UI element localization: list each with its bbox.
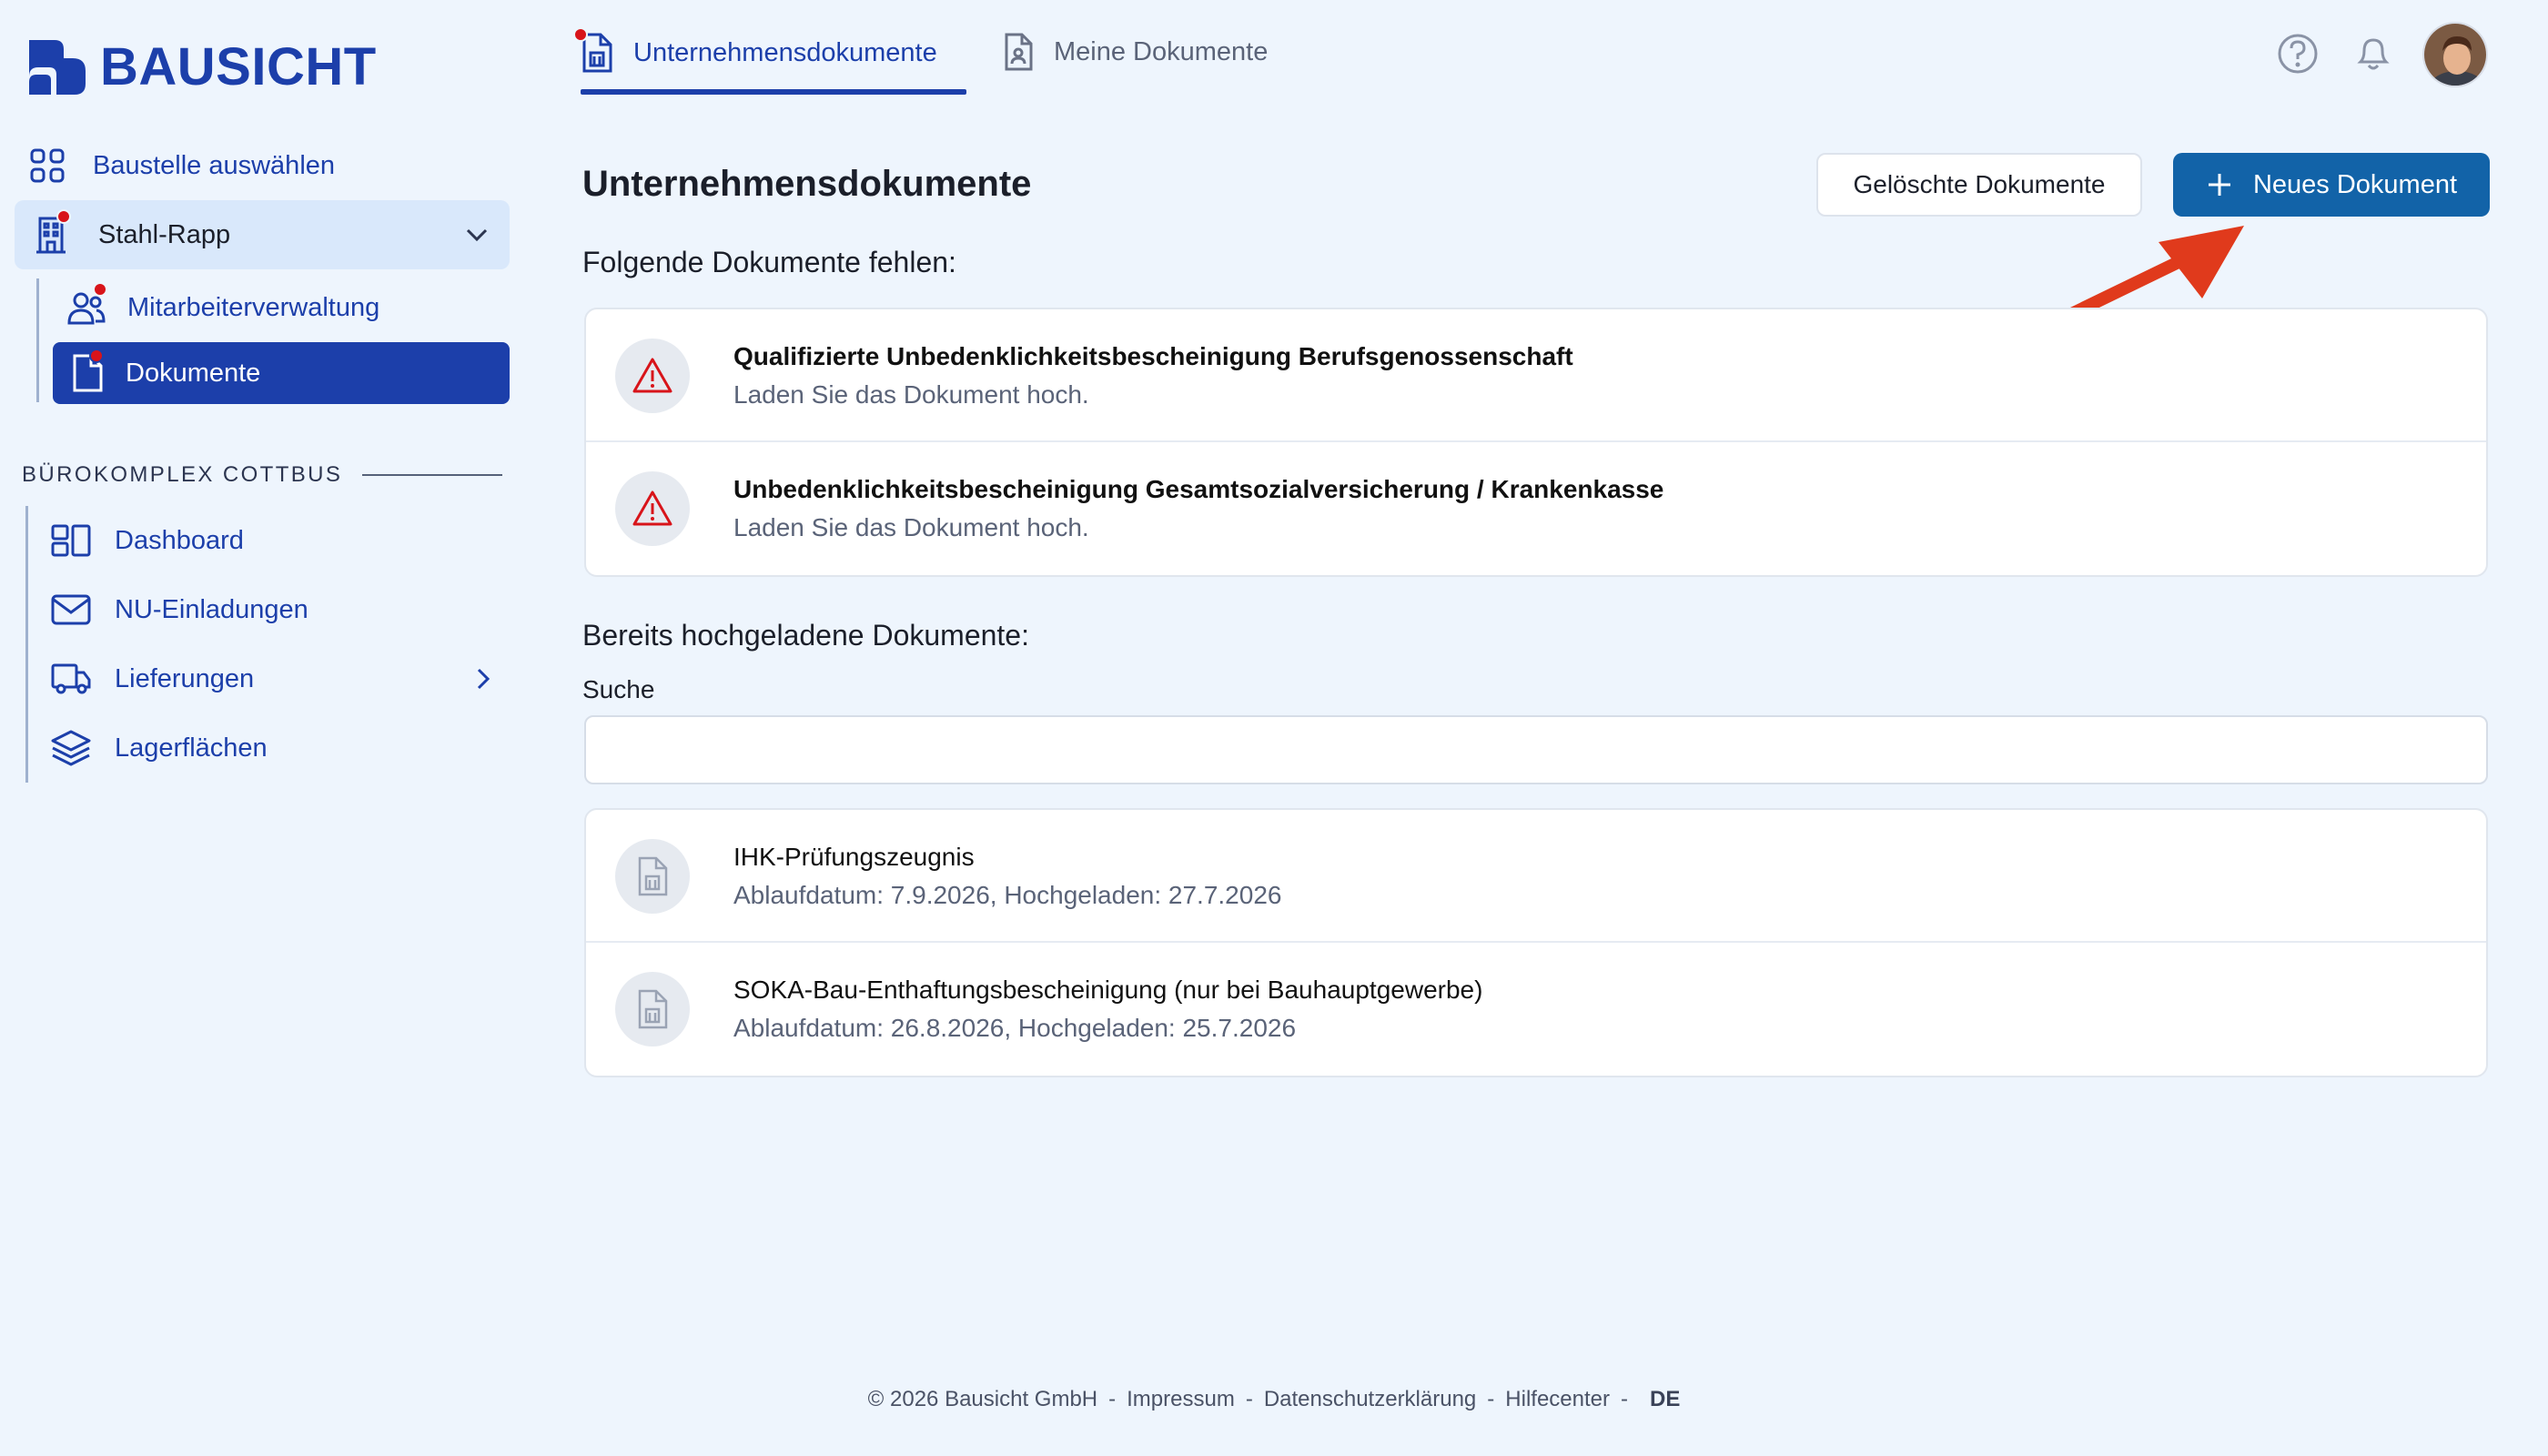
- document-subtitle: Laden Sie das Dokument hoch.: [733, 513, 1089, 541]
- sidebar-item-label: Dokumente: [126, 358, 261, 388]
- bausicht-logo-icon: [29, 39, 86, 95]
- impressum-link[interactable]: Impressum: [1127, 1387, 1235, 1412]
- list-item[interactable]: Unbedenklichkeitsbescheinigung Gesamtsoz…: [586, 442, 2486, 575]
- document-title: Qualifizierte Unbedenklichkeitsbescheini…: [733, 342, 1573, 370]
- search-label: Suche: [582, 675, 655, 703]
- sidebar-item-label: Lieferungen: [115, 663, 255, 693]
- project-section-title: BÜROKOMPLEX COTTBUS: [22, 462, 343, 487]
- project-section-header: BÜROKOMPLEX COTTBUS: [22, 462, 502, 488]
- document-title: IHK-Prüfungszeugnis: [733, 843, 975, 871]
- uploaded-documents-list: IHK-Prüfungszeugnis Ablaufdatum: 7.9.202…: [584, 808, 2488, 1077]
- sidebar-item-dashboard[interactable]: Dashboard: [51, 515, 244, 566]
- plus-icon: [2208, 174, 2230, 196]
- select-site-link[interactable]: Baustelle auswählen: [29, 144, 335, 187]
- user-avatar[interactable]: [2422, 22, 2488, 87]
- file-icon: [615, 972, 690, 1046]
- sidebar-item-dokumente[interactable]: Dokumente: [53, 342, 510, 404]
- brand-name: BAUSICHT: [100, 37, 377, 96]
- section-divider: [362, 474, 502, 476]
- help-icon[interactable]: [2277, 31, 2319, 76]
- list-item[interactable]: Qualifizierte Unbedenklichkeitsbescheini…: [586, 309, 2486, 442]
- document-subtitle: Laden Sie das Dokument hoch.: [733, 380, 1089, 409]
- missing-documents-heading: Folgende Dokumente fehlen:: [582, 246, 956, 278]
- truck-icon: [51, 663, 91, 694]
- sidebar-item-label: NU-Einladungen: [115, 594, 308, 624]
- users-icon: [67, 282, 107, 326]
- tab-unternehmensdokumente[interactable]: Unternehmensdokumente: [573, 27, 937, 73]
- notification-dot: [93, 282, 107, 297]
- tab-meine-dokumente[interactable]: Meine Dokumente: [1003, 33, 1268, 71]
- sidebar-item-label: Mitarbeiterverwaltung: [127, 292, 380, 322]
- file-icon: [615, 839, 690, 914]
- mail-icon: [51, 594, 91, 625]
- sidebar-item-lieferungen[interactable]: Lieferungen: [51, 653, 490, 704]
- document-subtitle: Ablaufdatum: 7.9.2026, Hochgeladen: 27.7…: [733, 881, 1282, 909]
- help-center-link[interactable]: Hilfecenter: [1505, 1387, 1610, 1412]
- sidebar-item-mitarbeiterverwaltung[interactable]: Mitarbeiterverwaltung: [67, 282, 380, 331]
- list-item[interactable]: SOKA-Bau-Enthaftungsbescheinigung (nur b…: [586, 943, 2486, 1076]
- sidebar-item-lagerflaechen[interactable]: Lagerflächen: [51, 723, 268, 774]
- layers-icon: [51, 730, 91, 766]
- list-item[interactable]: IHK-Prüfungszeugnis Ablaufdatum: 7.9.202…: [586, 810, 2486, 943]
- project-subnav-line: [25, 506, 28, 783]
- dashboard-icon: [51, 524, 91, 557]
- new-document-button[interactable]: Neues Dokument: [2173, 153, 2490, 217]
- sidebar-item-label: Lagerflächen: [115, 733, 268, 763]
- document-subtitle: Ablaufdatum: 26.8.2026, Hochgeladen: 25.…: [733, 1014, 1297, 1042]
- tab-label: Meine Dokumente: [1054, 36, 1269, 66]
- privacy-link[interactable]: Datenschutzerklärung: [1264, 1387, 1476, 1412]
- site-name: Stahl-Rapp: [98, 219, 231, 249]
- select-site-label: Baustelle auswählen: [93, 150, 336, 180]
- footer: © 2026 Bausicht GmbH - Impressum - Daten…: [867, 1387, 1681, 1412]
- notification-dot: [573, 27, 588, 42]
- document-title: Unbedenklichkeitsbescheinigung Gesamtsoz…: [733, 475, 1664, 503]
- missing-documents-list: Qualifizierte Unbedenklichkeitsbescheini…: [584, 308, 2488, 577]
- new-document-label: Neues Dokument: [2252, 169, 2458, 199]
- document-title: SOKA-Bau-Enthaftungsbescheinigung (nur b…: [733, 976, 1483, 1004]
- warning-icon: [615, 471, 690, 546]
- active-tab-indicator: [581, 89, 966, 95]
- company-document-icon: [573, 27, 613, 73]
- sidebar-item-nu-einladungen[interactable]: NU-Einladungen: [51, 584, 308, 635]
- site-selector-stahl-rapp[interactable]: Stahl-Rapp: [15, 200, 510, 269]
- deleted-documents-button[interactable]: Gelöschte Dokumente: [1816, 153, 2142, 217]
- notification-dot: [56, 209, 71, 224]
- tab-label: Unternehmensdokumente: [633, 37, 937, 67]
- chevron-right-icon[interactable]: [468, 664, 497, 693]
- warning-icon: [615, 339, 690, 413]
- sidebar-item-label: Dashboard: [115, 525, 244, 555]
- building-icon: [35, 209, 71, 255]
- document-icon: [71, 349, 104, 392]
- language-switcher[interactable]: DE: [1650, 1387, 1680, 1412]
- copyright: © 2026 Bausicht GmbH: [867, 1387, 1098, 1411]
- site-subnav-line: [36, 278, 39, 402]
- uploaded-documents-heading: Bereits hochgeladene Dokumente:: [582, 619, 1029, 652]
- bell-icon[interactable]: [2355, 31, 2391, 76]
- chevron-down-icon[interactable]: [462, 220, 491, 249]
- page-title: Unternehmensdokumente: [582, 164, 1032, 204]
- personal-document-icon: [1005, 33, 1033, 71]
- search-input[interactable]: [584, 715, 2488, 784]
- brand-logo[interactable]: BAUSICHT: [27, 36, 377, 97]
- notification-dot: [89, 349, 104, 363]
- grid-icon: [30, 148, 65, 183]
